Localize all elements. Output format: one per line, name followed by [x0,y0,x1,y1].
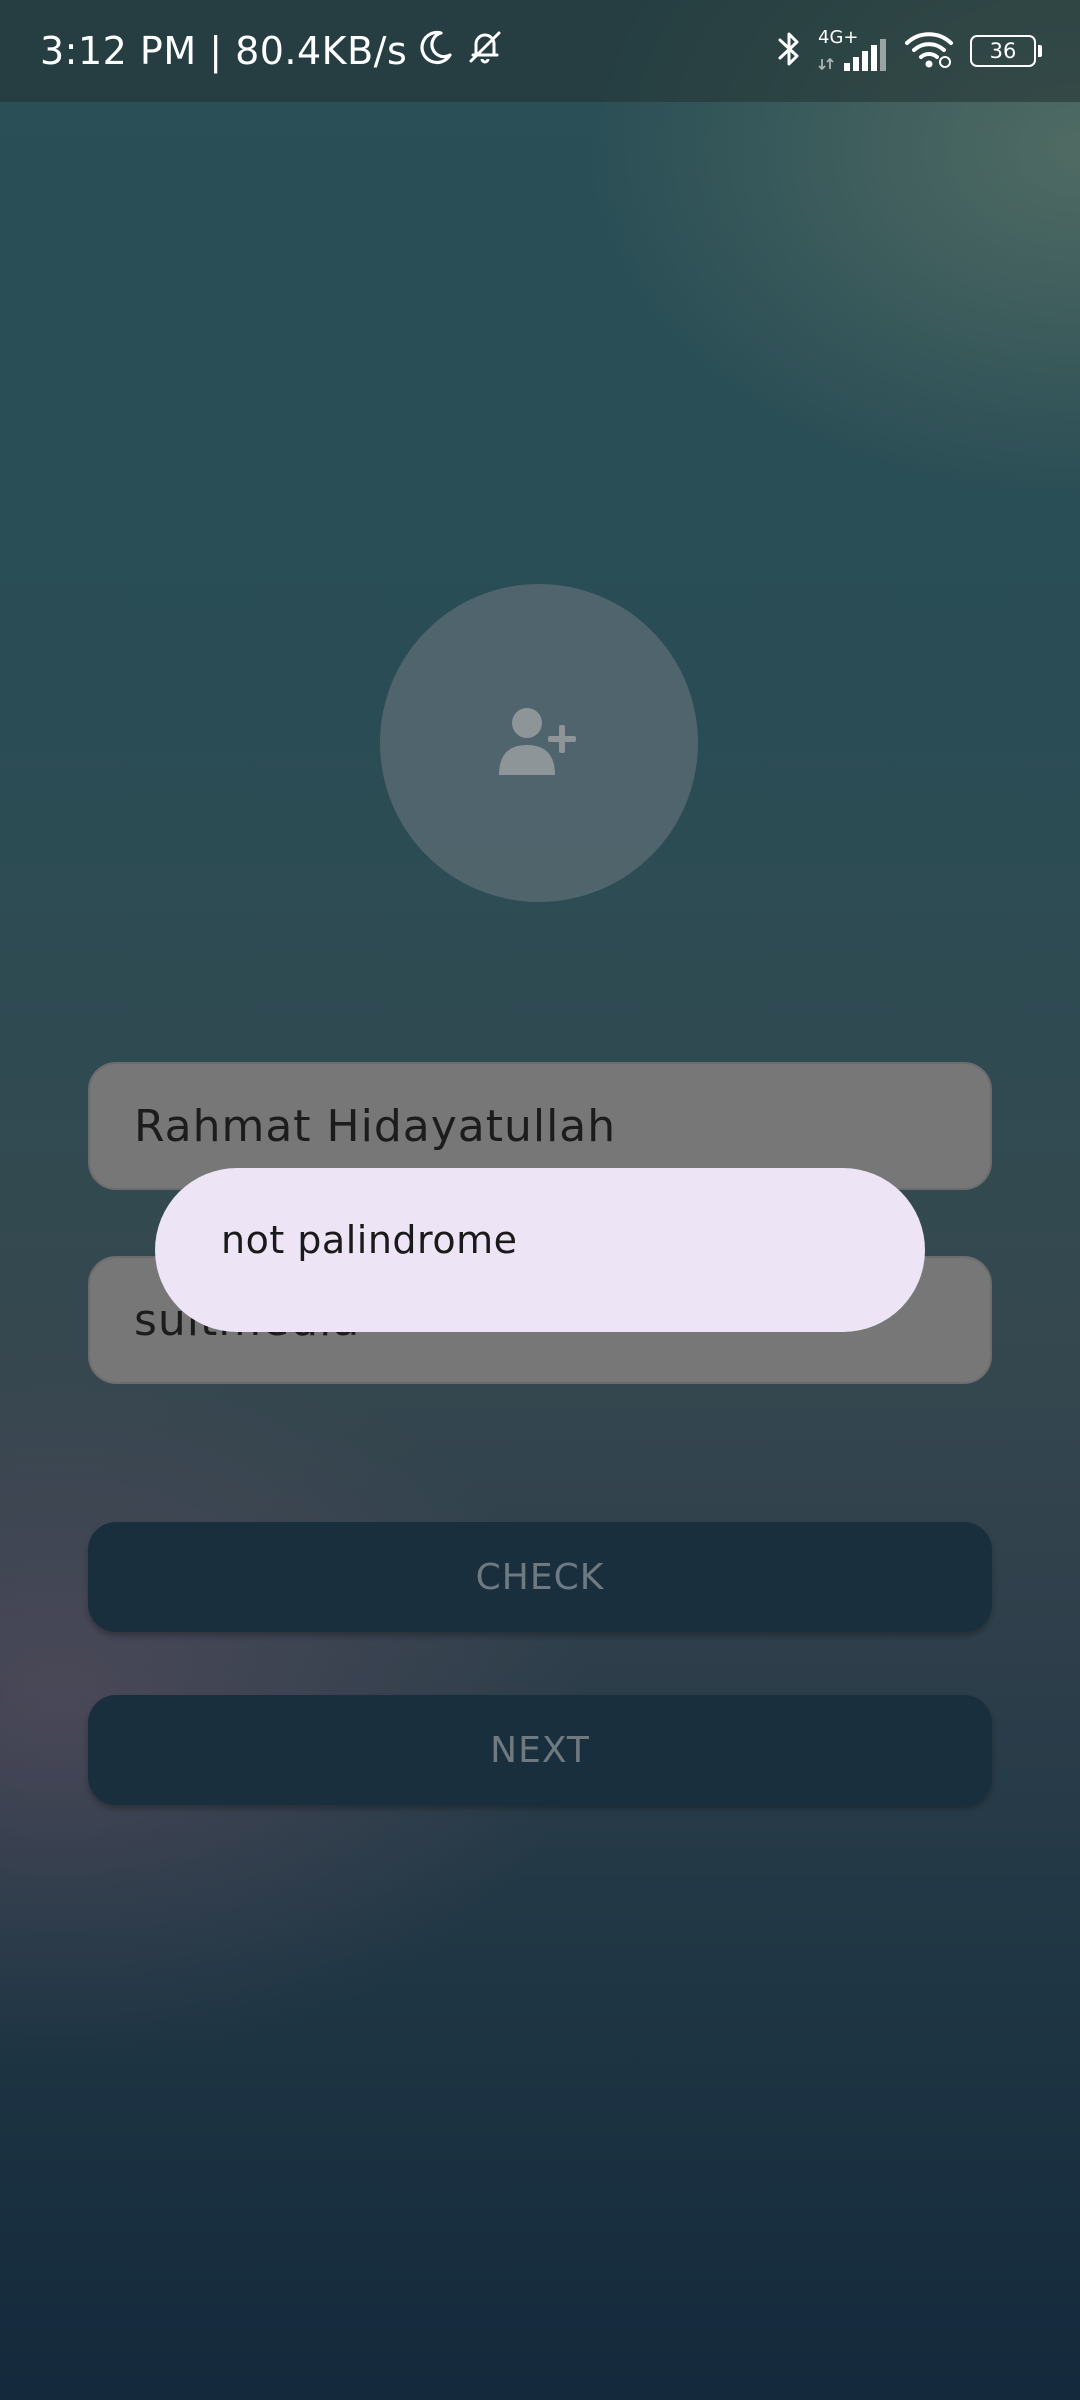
status-right: 4G+ 36 [776,0,1042,102]
toast-message: not palindrome [155,1168,925,1332]
wifi-icon [904,29,954,73]
status-left: 3:12 PM | 80.4KB/s [40,0,505,102]
status-time-speed: 3:12 PM | 80.4KB/s [40,29,408,73]
moon-icon [407,28,455,75]
check-button[interactable]: CHECK [88,1522,992,1632]
battery-icon: 36 [970,35,1042,67]
status-bar: 3:12 PM | 80.4KB/s 4G+ 36 [0,0,1080,102]
bell-off-icon [455,27,505,76]
avatar-picker[interactable] [380,584,698,902]
name-field-value: Rahmat Hidayatullah [134,1100,617,1152]
next-button[interactable]: NEXT [88,1695,992,1805]
app-screen: 3:12 PM | 80.4KB/s 4G+ 36 Rahmat Hidayat… [0,0,1080,2400]
toast-text: not palindrome [221,1218,518,1262]
add-person-icon [497,703,581,783]
signal-icon: 4G+ [818,27,888,73]
bluetooth-icon [776,29,802,73]
battery-level: 36 [989,39,1017,63]
